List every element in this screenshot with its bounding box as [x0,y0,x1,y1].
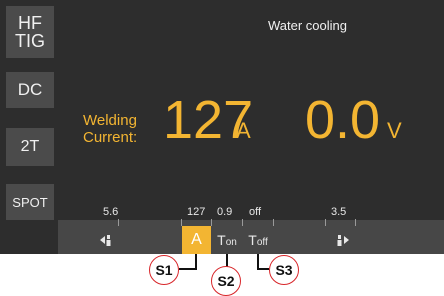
callout-lines [179,254,269,270]
callout-s1: S1 [149,255,179,285]
callout-s3: S3 [269,255,299,285]
callout-s2: S2 [211,266,241,296]
